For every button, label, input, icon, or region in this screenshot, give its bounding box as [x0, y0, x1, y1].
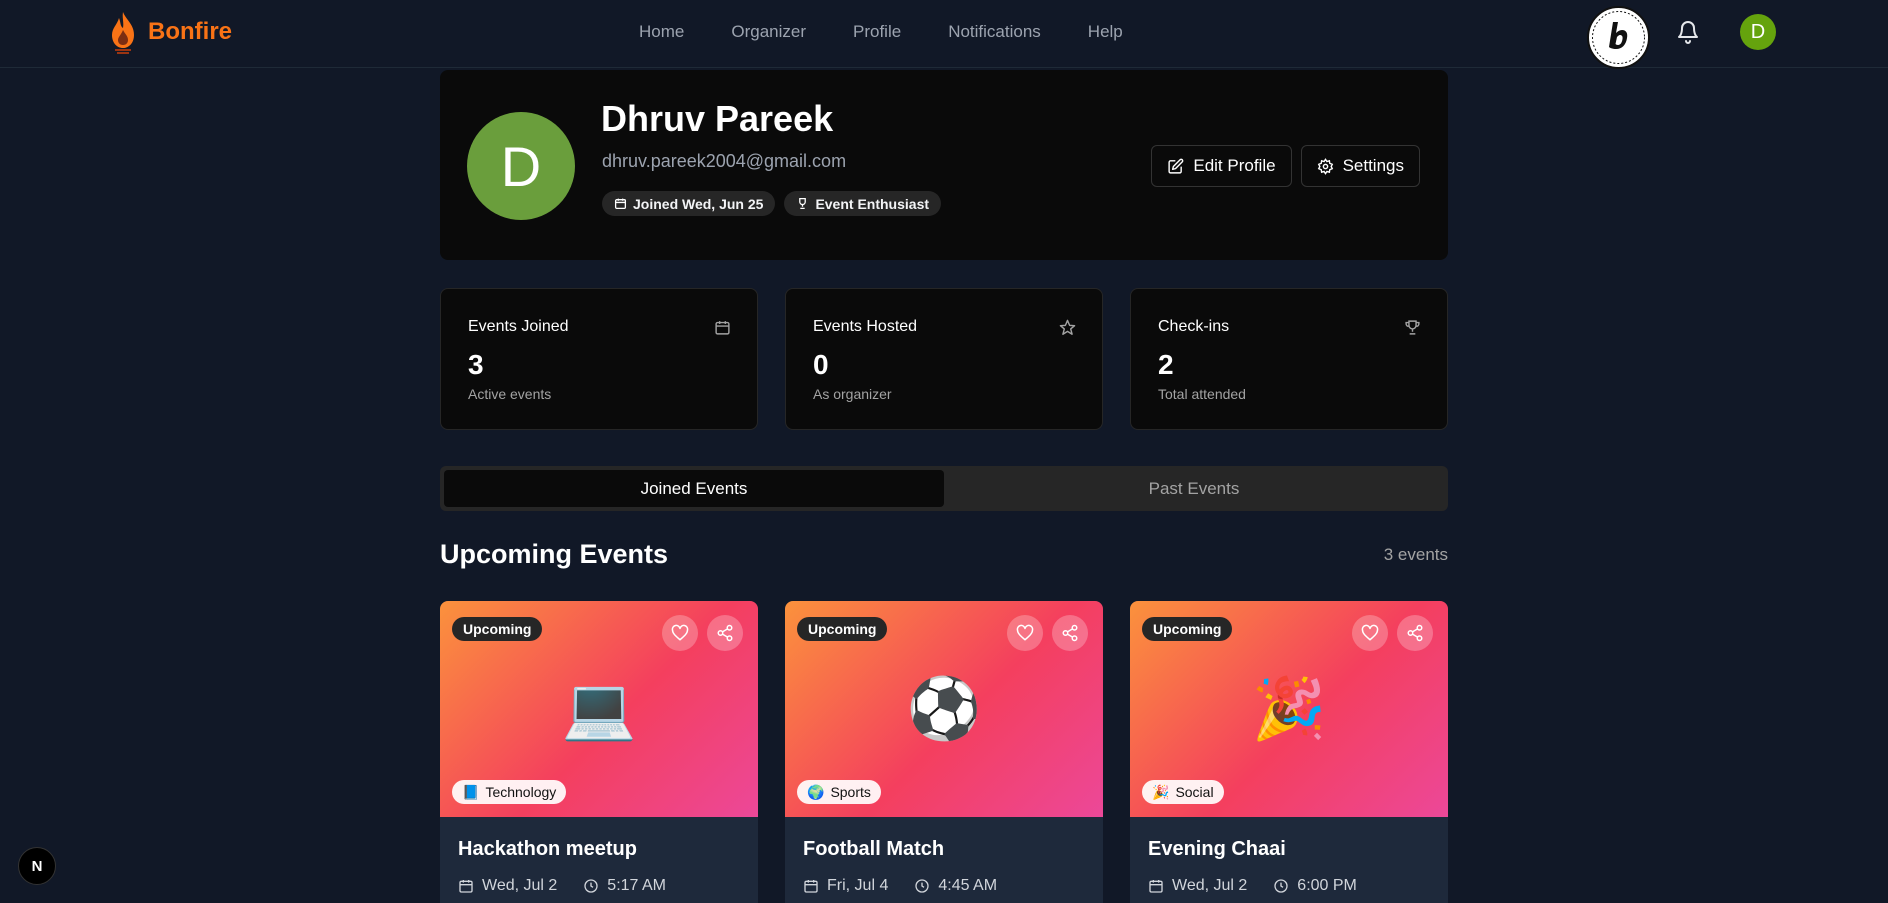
event-date: Wed, Jul 2 [482, 877, 558, 894]
event-date: Fri, Jul 4 [827, 877, 889, 894]
category-label: Sports [830, 784, 871, 800]
event-banner: Upcoming ⚽ 🌍 Sports [785, 601, 1103, 817]
status-badge: Upcoming [452, 617, 543, 641]
event-emoji: 💻 [561, 675, 637, 742]
stat-value: 2 [1158, 349, 1174, 380]
stat-check-ins: Check-ins 2 Total attended [1130, 288, 1448, 430]
category-emoji: 🌍 [807, 783, 825, 800]
heart-icon[interactable] [662, 615, 698, 651]
section-title: Upcoming Events [440, 539, 669, 569]
category-badge: 🎉 Social [1142, 780, 1224, 804]
stat-subtitle: As organizer [813, 386, 892, 402]
event-card[interactable]: Upcoming 💻 📘 Technology Hackathon meetup… [440, 601, 758, 903]
category-badge: 📘 Technology [452, 780, 567, 804]
calendar-icon [803, 878, 819, 894]
category-emoji: 📘 [462, 783, 480, 800]
event-date: Wed, Jul 2 [1172, 877, 1248, 894]
user-avatar[interactable]: D [1740, 14, 1776, 50]
trophy-icon [1404, 319, 1421, 336]
main-menu: Home Organizer Profile Notifications Hel… [639, 0, 1170, 64]
profile-name: Dhruv Pareek [601, 98, 834, 139]
brand-name: Bonfire [148, 18, 232, 45]
category-badge: 🌍 Sports [797, 780, 881, 804]
stat-subtitle: Total attended [1158, 386, 1246, 402]
star-icon [1059, 319, 1076, 336]
enthusiast-badge: Event Enthusiast [784, 191, 942, 216]
stat-events-joined: Events Joined 3 Active events [440, 288, 758, 430]
heart-icon[interactable] [1352, 615, 1388, 651]
tab-past-events[interactable]: Past Events [944, 470, 1444, 507]
event-time: 5:17 AM [607, 877, 666, 894]
category-label: Social [1175, 784, 1214, 800]
profile-card: D Dhruv Pareek dhruv.pareek2004@gmail.co… [440, 70, 1448, 260]
stat-label: Check-ins [1158, 318, 1230, 335]
event-title: Hackathon meetup [458, 838, 637, 860]
nav-profile[interactable]: Profile [853, 22, 901, 42]
event-meta: Wed, Jul 2 6:00 PM [1148, 877, 1357, 895]
profile-email: dhruv.pareek2004@gmail.com [602, 151, 847, 171]
share-icon[interactable] [1397, 615, 1433, 651]
flame-icon [108, 10, 138, 54]
event-title: Football Match [803, 838, 945, 860]
brand-logo-link[interactable]: Bonfire [108, 10, 232, 54]
settings-label: Settings [1342, 156, 1404, 175]
nav-notifications[interactable]: Notifications [948, 22, 1041, 42]
stat-value: 0 [813, 349, 829, 380]
calendar-icon [1148, 878, 1164, 894]
event-time: 4:45 AM [938, 877, 998, 894]
heart-icon[interactable] [1007, 615, 1043, 651]
events-count: 3 events [1383, 545, 1448, 564]
profile-badges: Joined Wed, Jun 25 Event Enthusiast [602, 191, 942, 216]
calendar-icon [614, 197, 627, 210]
enthusiast-text: Event Enthusiast [815, 195, 930, 212]
nav-help[interactable]: Help [1088, 22, 1123, 42]
nav-home[interactable]: Home [639, 22, 684, 42]
status-badge: Upcoming [1142, 617, 1233, 641]
trophy-icon [796, 197, 809, 210]
event-card[interactable]: Upcoming 🎉 🎉 Social Evening Chaai Wed, J… [1130, 601, 1448, 903]
nav-organizer[interactable]: Organizer [731, 22, 806, 42]
category-emoji: 🎉 [1152, 783, 1170, 800]
event-emoji: 🎉 [1251, 675, 1327, 742]
category-label: Technology [485, 784, 557, 800]
calendar-icon [714, 319, 731, 336]
event-meta: Fri, Jul 4 4:45 AM [803, 877, 997, 895]
dev-tools-badge[interactable]: N [18, 847, 56, 885]
top-navigation: Bonfire Home Organizer Profile Notificat… [0, 0, 1888, 69]
event-card[interactable]: Upcoming ⚽ 🌍 Sports Football Match Fri, … [785, 601, 1103, 903]
share-icon[interactable] [707, 615, 743, 651]
events-tabs: Joined Events Past Events [440, 466, 1448, 511]
share-icon[interactable] [1052, 615, 1088, 651]
event-banner: Upcoming 💻 📘 Technology [440, 601, 758, 817]
edit-icon [1167, 158, 1184, 175]
clock-icon [914, 878, 930, 894]
stat-subtitle: Active events [468, 386, 552, 402]
status-badge: Upcoming [797, 617, 888, 641]
event-title: Evening Chaai [1148, 838, 1286, 860]
event-banner: Upcoming 🎉 🎉 Social [1130, 601, 1448, 817]
clock-icon [1273, 878, 1289, 894]
event-emoji: ⚽ [906, 675, 982, 742]
stat-label: Events Joined [468, 318, 569, 335]
stat-events-hosted: Events Hosted 0 As organizer [785, 288, 1103, 430]
joined-badge: Joined Wed, Jun 25 [602, 191, 776, 216]
edit-profile-label: Edit Profile [1193, 156, 1276, 175]
gear-icon [1317, 157, 1334, 175]
profile-actions: Edit Profile Settings [1151, 145, 1420, 187]
settings-button[interactable]: Settings [1300, 145, 1420, 187]
bolt-badge-icon[interactable] [1587, 6, 1650, 69]
event-time: 6:00 PM [1297, 877, 1357, 894]
clock-icon [583, 878, 599, 894]
tab-joined-events[interactable]: Joined Events [444, 470, 944, 507]
edit-profile-button[interactable]: Edit Profile [1151, 145, 1292, 187]
bell-icon[interactable] [1676, 19, 1700, 45]
profile-avatar: D [467, 112, 575, 220]
event-meta: Wed, Jul 2 5:17 AM [458, 877, 666, 895]
calendar-icon [458, 878, 474, 894]
stat-value: 3 [468, 349, 484, 380]
stat-label: Events Hosted [813, 318, 918, 335]
joined-text: Joined Wed, Jun 25 [633, 195, 764, 212]
